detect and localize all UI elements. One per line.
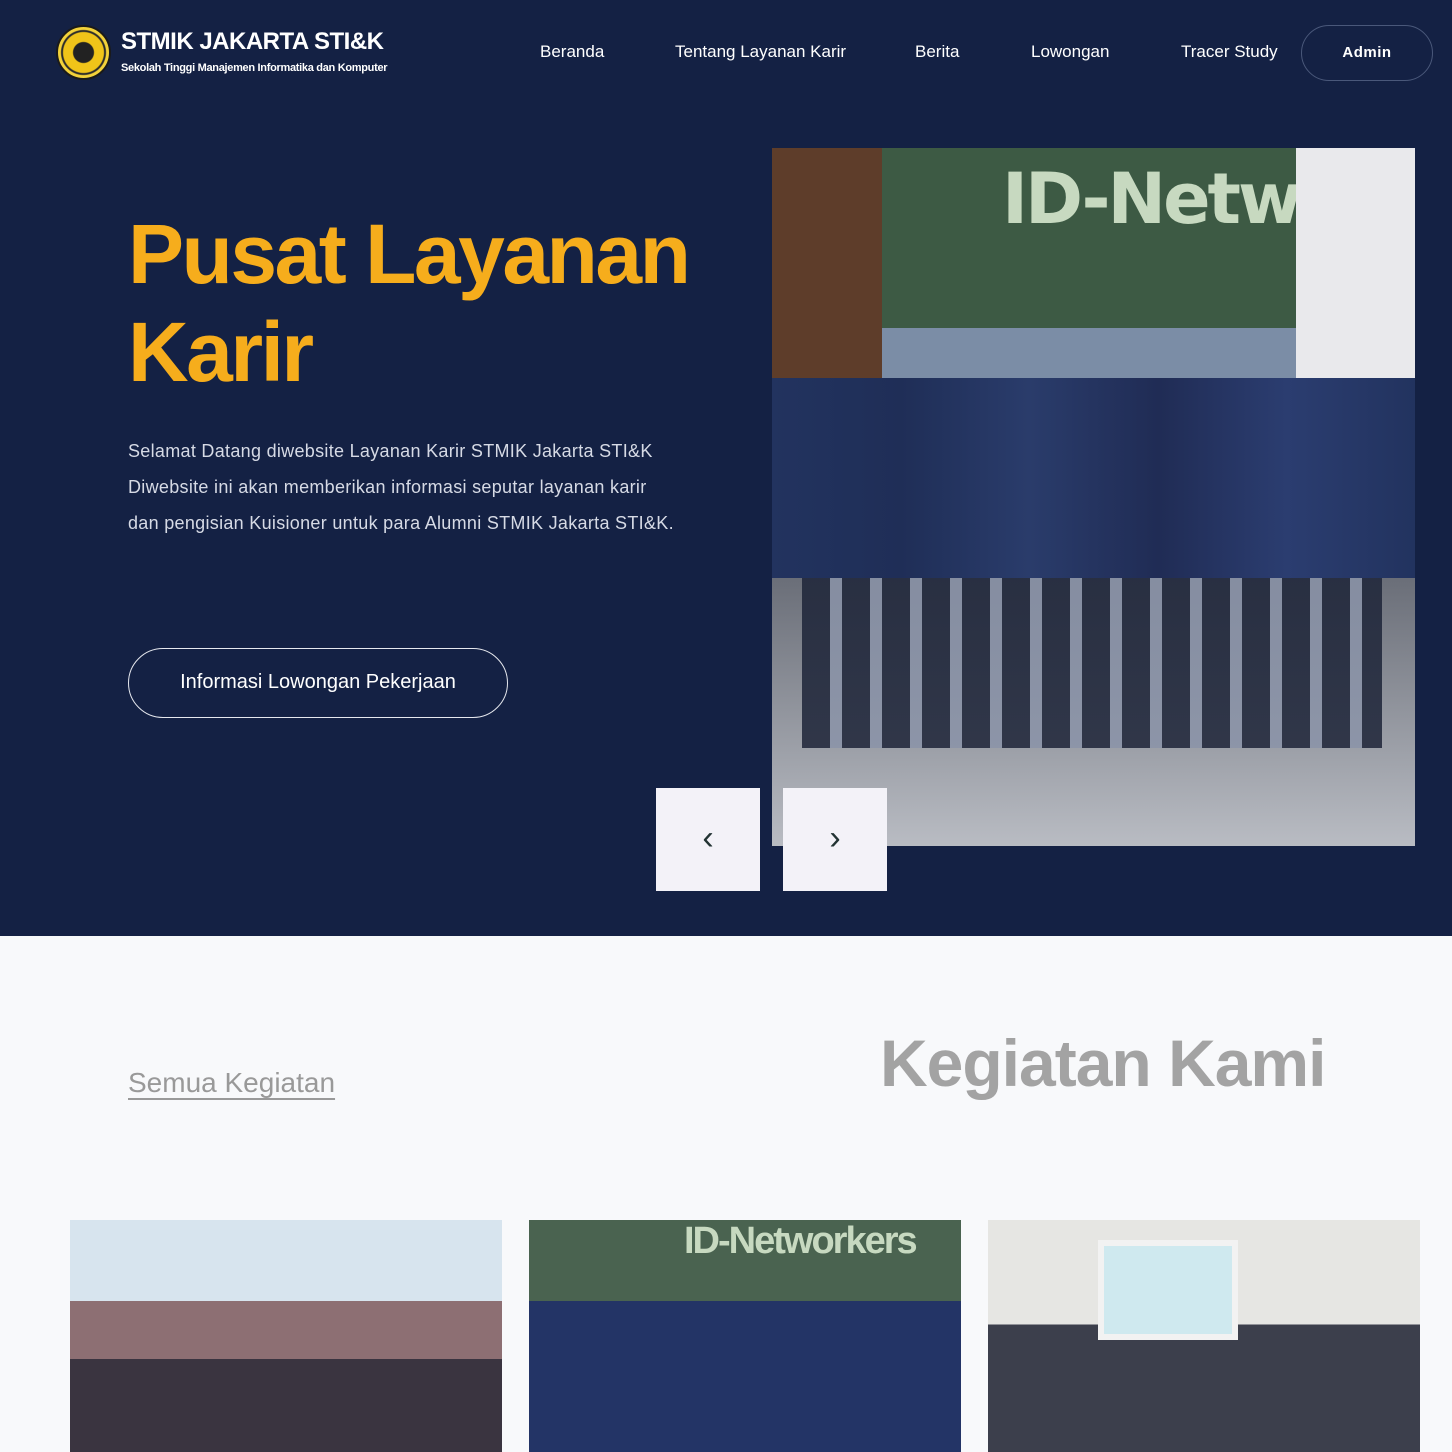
card-banner-text: ID-Networkers	[684, 1220, 918, 1262]
stmik-logo-icon[interactable]	[56, 25, 111, 80]
nav-tracer-study[interactable]: Tracer Study	[1181, 42, 1278, 62]
nav-tentang-layanan-karir[interactable]: Tentang Layanan Karir	[675, 42, 846, 62]
job-info-button[interactable]: Informasi Lowongan Pekerjaan	[128, 648, 508, 718]
activities-title: Kegiatan Kami	[880, 1026, 1326, 1100]
hero-desc-line3: dan pengisian Kuisioner untuk para Alumn…	[128, 513, 674, 533]
activity-card-2[interactable]: ID-Networkers	[529, 1220, 961, 1452]
hero-desc-line1: Selamat Datang diwebsite Layanan Karir S…	[128, 441, 653, 461]
carousel-prev-button[interactable]: ‹	[656, 788, 760, 891]
projector-screen	[1098, 1240, 1238, 1340]
hero-title: Pusat Layanan Karir	[128, 205, 728, 401]
brand-subtitle: Sekolah Tinggi Manajemen Informatika dan…	[121, 62, 388, 74]
activity-card-1[interactable]	[70, 1220, 502, 1452]
hero-section: STMIK JAKARTA STI&K Sekolah Tinggi Manaj…	[0, 0, 1452, 936]
photo-group	[772, 378, 1415, 578]
all-activities-link[interactable]: Semua Kegiatan	[128, 1067, 335, 1099]
nav-lowongan[interactable]: Lowongan	[1031, 42, 1109, 62]
hero-description: Selamat Datang diwebsite Layanan Karir S…	[128, 433, 718, 541]
nav-beranda[interactable]: Beranda	[540, 42, 604, 62]
hero-desc-line2: Diwebsite ini akan memberikan informasi …	[128, 477, 647, 497]
admin-button[interactable]: Admin	[1301, 25, 1433, 81]
activity-card-3[interactable]	[988, 1220, 1420, 1452]
chevron-left-icon: ‹	[702, 819, 714, 857]
hero-title-line1: Pusat Layanan	[128, 207, 691, 301]
hero-title-line2: Karir	[128, 305, 314, 399]
nav-berita[interactable]: Berita	[915, 42, 959, 62]
chevron-right-icon: ›	[829, 819, 841, 857]
brand-title[interactable]: STMIK JAKARTA STI&K	[121, 28, 384, 56]
carousel-next-button[interactable]: ›	[783, 788, 887, 891]
hero-carousel-photo: ID-Networkers	[772, 148, 1415, 846]
